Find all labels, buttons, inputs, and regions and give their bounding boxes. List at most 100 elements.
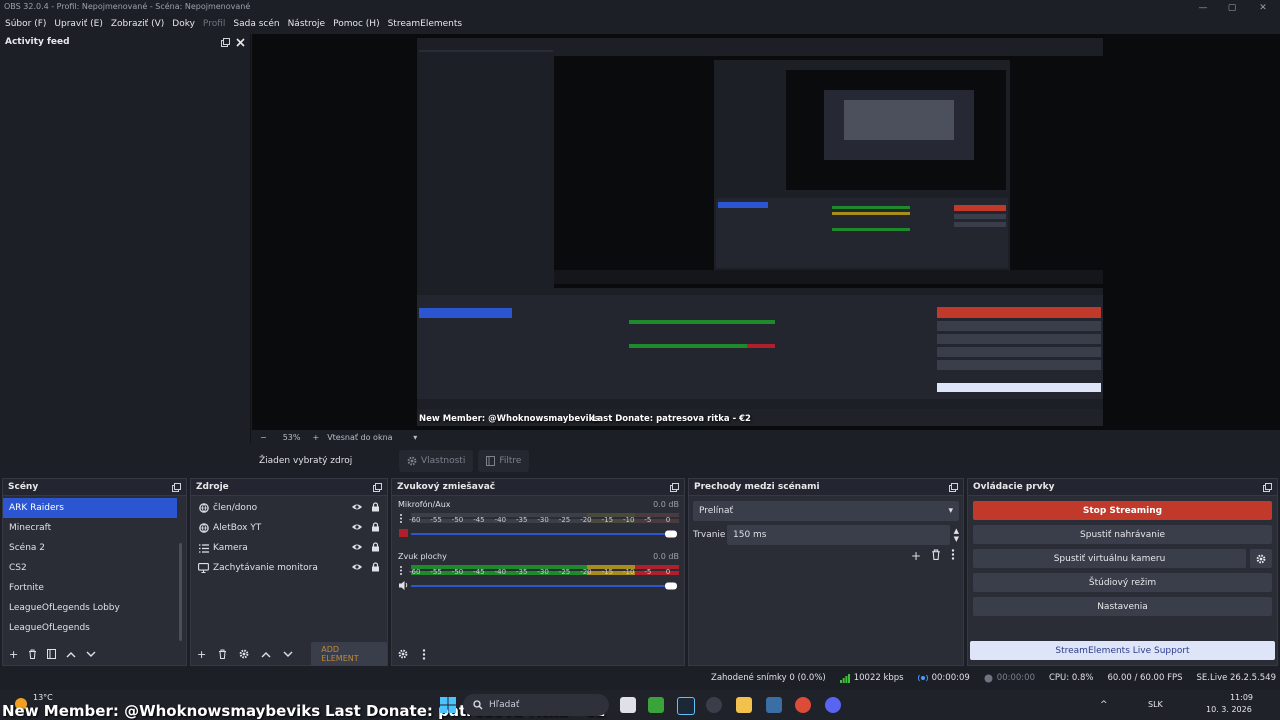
undock-icon[interactable] [373, 482, 382, 492]
scene-filters-button[interactable] [47, 649, 57, 659]
lock-icon[interactable] [371, 522, 380, 532]
scene-item-lol[interactable]: LeagueOfLegends [3, 618, 186, 638]
menu-view[interactable]: Zobraziť (V) [106, 19, 167, 29]
source-item-clen-dono[interactable]: člen/dono [191, 498, 387, 518]
remove-scene-button[interactable] [28, 649, 37, 659]
source-item-aletbox-yt[interactable]: AletBox YT [191, 518, 387, 538]
no-source-selected-label: Žiaden vybratý zdroj [259, 456, 353, 466]
move-up-button[interactable] [66, 651, 76, 658]
undock-icon[interactable] [221, 37, 230, 47]
properties-button[interactable]: Vlastnosti [399, 450, 474, 472]
source-item-monitor-capture[interactable]: Zachytávanie monitora [191, 558, 387, 578]
channel-name: Zvuk plochy [398, 552, 447, 561]
virtualcam-settings-button[interactable] [1250, 549, 1272, 568]
undock-icon[interactable] [172, 482, 181, 492]
scene-item-minecraft[interactable]: Minecraft [3, 518, 186, 538]
menu-docks[interactable]: Doky [167, 19, 198, 29]
remove-source-button[interactable] [218, 649, 227, 659]
transition-select[interactable]: Prelínať ▾ [693, 501, 959, 521]
close-icon[interactable] [236, 37, 245, 47]
scenes-scrollbar[interactable] [179, 543, 182, 641]
undock-icon[interactable] [949, 482, 958, 492]
scene-item-ark-raiders[interactable]: ARK Raiders [3, 498, 177, 518]
zoom-out-button[interactable]: − [260, 433, 267, 442]
zoom-in-button[interactable]: + [312, 433, 319, 442]
steam-icon[interactable] [677, 697, 695, 715]
menu-file[interactable]: Súbor (F) [0, 19, 49, 29]
source-label: člen/dono [213, 503, 258, 513]
start-recording-button[interactable]: Spustiť nahrávanie [973, 525, 1272, 544]
move-up-button[interactable] [261, 651, 271, 658]
source-item-kamera[interactable]: Kamera [191, 538, 387, 558]
discord-icon[interactable] [825, 697, 841, 713]
menu-profile[interactable]: Profil [198, 19, 228, 29]
move-down-button[interactable] [86, 651, 96, 658]
add-source-button[interactable]: + [197, 648, 206, 661]
mixer-tick-label: -5 [644, 516, 652, 524]
activity-feed-title: Activity feed [5, 37, 70, 47]
menu-edit[interactable]: Upraviť (E) [49, 19, 105, 29]
filters-button[interactable]: Filtre [478, 450, 530, 472]
mixer-menu-icon[interactable] [422, 648, 426, 660]
file-explorer-icon[interactable] [736, 697, 752, 713]
menu-tools[interactable]: Nástroje [283, 19, 329, 29]
zoom-level: 53% [282, 433, 301, 442]
capture-overlay-donate: Last Donate: patresova ritka - €2 [592, 414, 751, 424]
maximize-button[interactable]: ▢ [1219, 0, 1245, 15]
stop-streaming-button[interactable]: Stop Streaming [973, 501, 1272, 520]
source-settings-gear-icon[interactable] [239, 649, 249, 659]
clock-date[interactable]: 10. 3. 2026 [1206, 705, 1254, 714]
close-window-button[interactable]: ✕ [1250, 0, 1276, 15]
dots-menu-icon [400, 514, 402, 523]
chrome-icon[interactable] [795, 697, 811, 713]
zoom-mode[interactable]: Vtesnať do okna [327, 433, 407, 442]
undock-icon[interactable] [670, 482, 679, 492]
add-transition-button[interactable]: + [911, 549, 921, 563]
settings-button[interactable]: Nastavenia [973, 597, 1272, 616]
lock-icon[interactable] [371, 562, 380, 572]
transition-menu-icon[interactable] [951, 549, 955, 563]
transition-selected: Prelínať [699, 506, 734, 516]
scene-item-cs2[interactable]: CS2 [3, 558, 186, 578]
controls-header: Ovládacie prvky [968, 479, 1277, 496]
duration-stepper[interactable]: ▲ ▼ [954, 527, 959, 543]
menu-streamelements[interactable]: StreamElements [383, 19, 466, 29]
menu-help[interactable]: Pomoc (H) [328, 19, 383, 29]
support-button[interactable]: StreamElements Live Support [970, 641, 1275, 660]
task-view-icon[interactable] [620, 697, 636, 713]
visibility-eye-icon[interactable] [351, 543, 363, 551]
visibility-eye-icon[interactable] [351, 503, 363, 511]
clock-time[interactable]: 11:09 [1211, 693, 1253, 702]
visibility-eye-icon[interactable] [351, 563, 363, 571]
start-virtualcam-button[interactable]: Spustiť virtuálnu kameru [973, 549, 1246, 568]
windows-start-icon[interactable] [440, 697, 456, 713]
studio-mode-button[interactable]: Štúdiový režim [973, 573, 1272, 592]
menu-scene-collection[interactable]: Sada scén [228, 19, 282, 29]
remove-transition-button[interactable] [931, 549, 941, 563]
visibility-eye-icon[interactable] [351, 523, 363, 531]
scene-item-lol-lobby[interactable]: LeagueOfLegends Lobby [3, 598, 186, 618]
xbox-icon[interactable] [648, 697, 664, 713]
taskbar-search[interactable]: Hľadať [463, 694, 609, 716]
undock-icon[interactable] [1263, 482, 1272, 492]
obs-icon[interactable] [706, 697, 722, 713]
se-version: SE.Live 26.2.5.549 [1196, 673, 1277, 683]
duration-field[interactable]: 150 ms [727, 525, 950, 545]
signal-bars-icon [839, 673, 850, 683]
language-indicator[interactable]: SLK [1148, 700, 1163, 709]
lock-icon[interactable] [371, 542, 380, 552]
mixer-tick-label: -15 [601, 568, 614, 576]
zoom-mode-chevron-icon[interactable]: ▾ [413, 433, 417, 442]
scene-item-scena-2[interactable]: Scéna 2 [3, 538, 186, 558]
lock-icon[interactable] [371, 502, 380, 512]
add-scene-button[interactable]: + [9, 648, 18, 661]
channel-db: 0.0 dB [653, 500, 679, 509]
tray-chevron-icon[interactable]: ^ [1100, 700, 1108, 710]
mixer-tick-label: -30 [537, 516, 549, 524]
outlook-icon[interactable] [766, 697, 782, 713]
minimize-button[interactable]: — [1190, 0, 1216, 15]
mixer-settings-gear-icon[interactable] [398, 649, 408, 659]
add-element-button[interactable]: ADD ELEMENT [311, 642, 387, 666]
scene-item-fortnite[interactable]: Fortnite [3, 578, 186, 598]
move-down-button[interactable] [283, 651, 293, 658]
